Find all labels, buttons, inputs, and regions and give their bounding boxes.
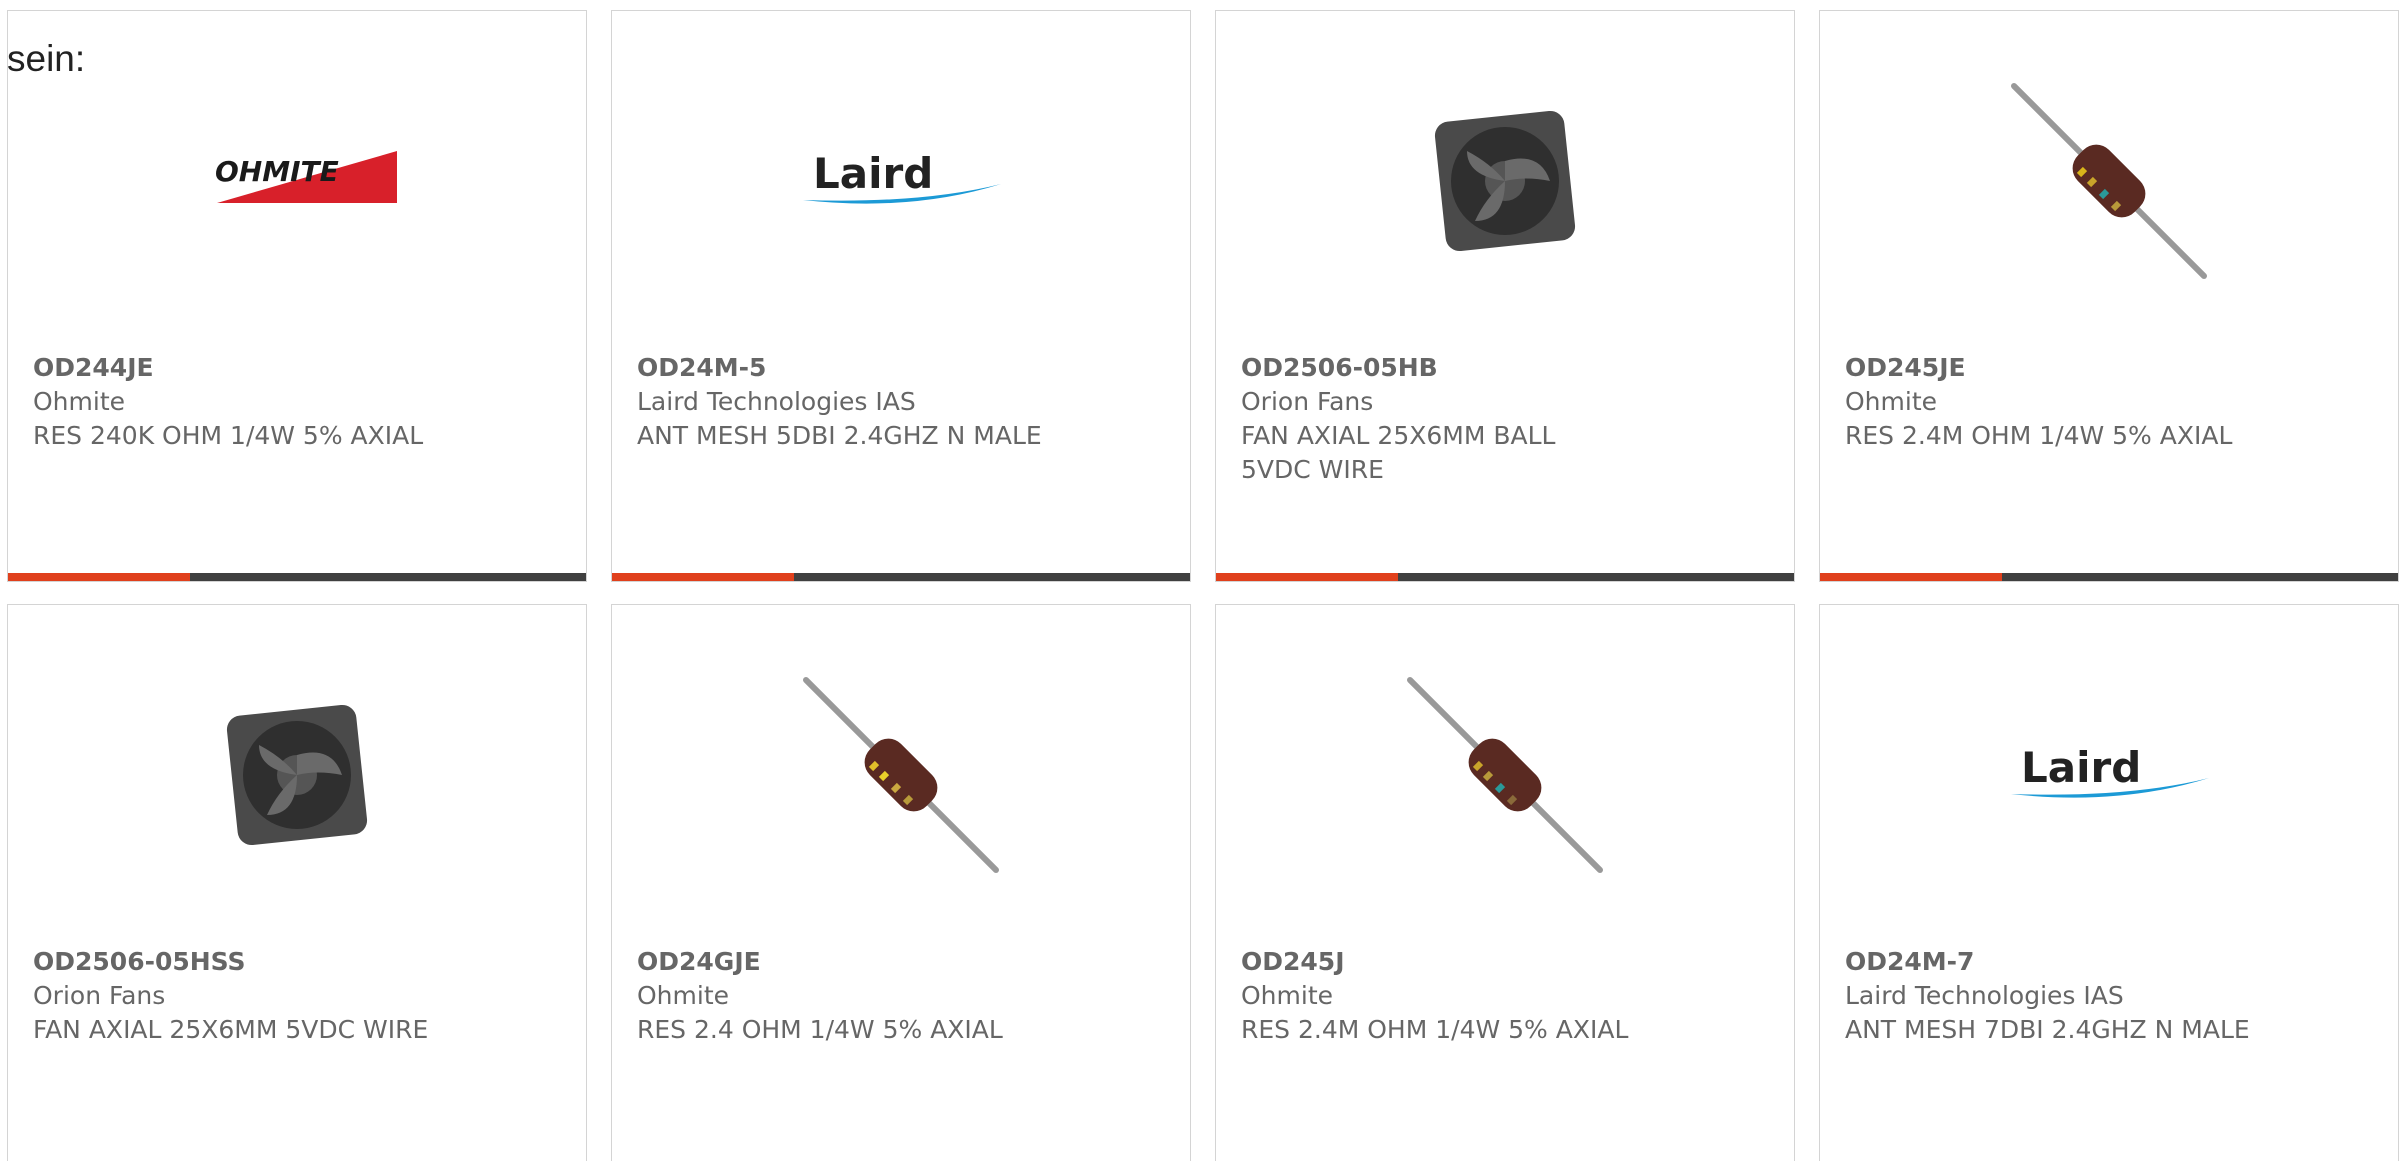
product-info: OD245J Ohmite RES 2.4M OHM 1/4W 5% AXIAL xyxy=(1241,945,1661,1047)
manufacturer: Ohmite xyxy=(637,981,730,1010)
part-number[interactable]: OD2506-05HSS xyxy=(33,945,453,979)
product-info: OD24M-7 Laird Technologies IAS ANT MESH … xyxy=(1845,945,2265,1047)
svg-text:Laird: Laird xyxy=(2021,743,2141,792)
card-bar-accent xyxy=(8,573,190,581)
product-card[interactable]: OHMITE OD244JE Ohmite RES 240K OHM 1/4W … xyxy=(7,10,587,582)
svg-text:Laird: Laird xyxy=(813,149,933,198)
manufacturer: Laird Technologies IAS xyxy=(637,387,916,416)
svg-text:OHMITE: OHMITE xyxy=(215,155,339,188)
product-grid: OHMITE OD244JE Ohmite RES 240K OHM 1/4W … xyxy=(7,10,2399,1161)
description: RES 2.4M OHM 1/4W 5% AXIAL xyxy=(1845,421,2233,450)
part-number[interactable]: OD245J xyxy=(1241,945,1661,979)
description: RES 2.4M OHM 1/4W 5% AXIAL xyxy=(1241,1015,1629,1044)
card-bar-accent xyxy=(1820,573,2002,581)
manufacturer: Orion Fans xyxy=(1241,387,1374,416)
product-card[interactable]: Laird OD24M-5 Laird Technologies IAS ANT… xyxy=(611,10,1191,582)
description: ANT MESH 7DBI 2.4GHZ N MALE xyxy=(1845,1015,2250,1044)
part-number[interactable]: OD2506-05HB xyxy=(1241,351,1661,385)
description: FAN AXIAL 25X6MM 5VDC WIRE xyxy=(33,1015,429,1044)
product-card[interactable]: OD2506-05HSS Orion Fans FAN AXIAL 25X6MM… xyxy=(7,604,587,1161)
product-card[interactable]: Laird OD24M-7 Laird Technologies IAS ANT… xyxy=(1819,604,2399,1161)
product-info: OD245JE Ohmite RES 2.4M OHM 1/4W 5% AXIA… xyxy=(1845,351,2265,453)
description: RES 2.4 OHM 1/4W 5% AXIAL xyxy=(637,1015,1003,1044)
fan-photo xyxy=(1405,81,1605,281)
laird-logo: Laird xyxy=(2009,675,2209,875)
part-number[interactable]: OD24GJE xyxy=(637,945,1057,979)
product-card[interactable]: OD245JE Ohmite RES 2.4M OHM 1/4W 5% AXIA… xyxy=(1819,10,2399,582)
overlay-label: sein: xyxy=(7,38,86,79)
product-info: OD244JE Ohmite RES 240K OHM 1/4W 5% AXIA… xyxy=(33,351,453,453)
description: FAN AXIAL 25X6MM BALL 5VDC WIRE xyxy=(1241,421,1556,484)
product-info: OD2506-05HB Orion Fans FAN AXIAL 25X6MM … xyxy=(1241,351,1661,487)
product-card[interactable]: OD245J Ohmite RES 2.4M OHM 1/4W 5% AXIAL xyxy=(1215,604,1795,1161)
card-bottom-bar xyxy=(1820,573,2398,581)
resistor-photo xyxy=(1405,675,1605,875)
manufacturer: Ohmite xyxy=(33,387,126,416)
card-bar-accent xyxy=(612,573,794,581)
laird-logo: Laird xyxy=(801,81,1001,281)
ohmite-logo: OHMITE xyxy=(197,81,397,281)
manufacturer: Ohmite xyxy=(1241,981,1334,1010)
product-card[interactable]: OD24GJE Ohmite RES 2.4 OHM 1/4W 5% AXIAL xyxy=(611,604,1191,1161)
part-number[interactable]: OD244JE xyxy=(33,351,453,385)
resistor-photo xyxy=(801,675,1001,875)
fan-photo xyxy=(197,675,397,875)
product-card[interactable]: OD2506-05HB Orion Fans FAN AXIAL 25X6MM … xyxy=(1215,10,1795,582)
manufacturer: Ohmite xyxy=(1845,387,1938,416)
card-bottom-bar xyxy=(612,573,1190,581)
manufacturer: Laird Technologies IAS xyxy=(1845,981,2124,1010)
resistor-photo xyxy=(2009,81,2209,281)
product-grid-page: OHMITE OD244JE Ohmite RES 240K OHM 1/4W … xyxy=(0,0,2400,1161)
card-bottom-bar xyxy=(8,573,586,581)
card-bottom-bar xyxy=(1216,573,1794,581)
product-info: OD24M-5 Laird Technologies IAS ANT MESH … xyxy=(637,351,1057,453)
part-number[interactable]: OD245JE xyxy=(1845,351,2265,385)
description: ANT MESH 5DBI 2.4GHZ N MALE xyxy=(637,421,1042,450)
product-info: OD2506-05HSS Orion Fans FAN AXIAL 25X6MM… xyxy=(33,945,453,1047)
part-number[interactable]: OD24M-7 xyxy=(1845,945,2265,979)
product-info: OD24GJE Ohmite RES 2.4 OHM 1/4W 5% AXIAL xyxy=(637,945,1057,1047)
card-bar-accent xyxy=(1216,573,1398,581)
description: RES 240K OHM 1/4W 5% AXIAL xyxy=(33,421,424,450)
manufacturer: Orion Fans xyxy=(33,981,166,1010)
part-number[interactable]: OD24M-5 xyxy=(637,351,1057,385)
